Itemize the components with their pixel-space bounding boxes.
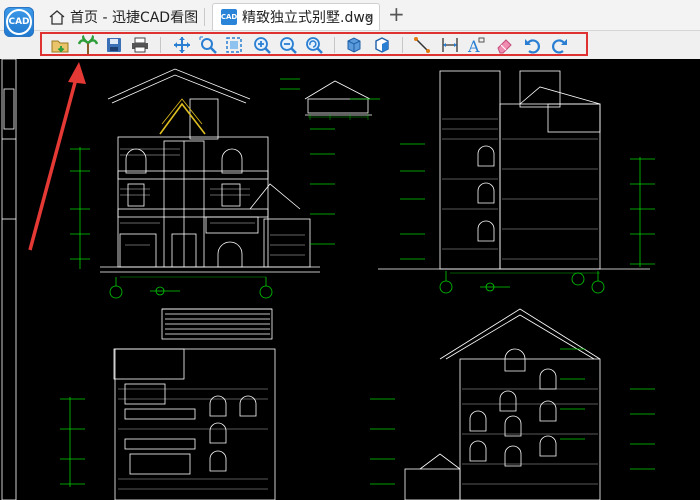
front-elevation: [100, 68, 320, 273]
zoom-window-icon[interactable]: [198, 35, 218, 55]
tab-bar: CAD 首页 - 迅捷CAD看图 CAD 精致独立式别墅.dwg × +: [0, 0, 700, 37]
eraser-icon[interactable]: [494, 35, 514, 55]
palm-tree-icon[interactable]: [78, 35, 98, 55]
close-tab-icon[interactable]: ×: [364, 10, 374, 24]
tab-divider: [204, 8, 205, 26]
zoom-out-icon[interactable]: [278, 35, 298, 55]
cad-drawing: [1, 59, 655, 500]
tab-file[interactable]: CAD 精致独立式别墅.dwg ×: [212, 3, 380, 30]
tab-file-label: 精致独立式别墅.dwg: [242, 10, 374, 26]
annotations: [60, 78, 655, 487]
tab-home[interactable]: 首页 - 迅捷CAD看图: [48, 3, 198, 30]
save-icon[interactable]: [104, 35, 124, 55]
toolbar-separator: [334, 37, 335, 53]
side-elevation: [378, 70, 650, 270]
rear-elevation: [113, 308, 276, 500]
text-icon[interactable]: A: [466, 35, 486, 55]
home-icon: [49, 9, 65, 25]
open-file-icon[interactable]: [50, 35, 70, 55]
new-tab-button[interactable]: +: [388, 4, 405, 24]
print-icon[interactable]: [130, 35, 150, 55]
drawing-canvas[interactable]: [0, 59, 700, 500]
3d-orbit-icon[interactable]: [372, 35, 392, 55]
toolbar-separator: [402, 37, 403, 53]
zoom-extents-icon[interactable]: [224, 35, 244, 55]
redo-icon[interactable]: [550, 35, 570, 55]
pan-icon[interactable]: [172, 35, 192, 55]
toolbar: A: [0, 31, 700, 59]
undo-icon[interactable]: [522, 35, 542, 55]
zoom-previous-icon[interactable]: [304, 35, 324, 55]
measure-distance-icon[interactable]: [412, 35, 432, 55]
svg-text:A: A: [467, 37, 480, 54]
dwg-file-icon: CAD: [221, 9, 237, 25]
app-logo: CAD: [4, 7, 34, 37]
tab-home-label: 首页 - 迅捷CAD看图: [70, 9, 199, 26]
3d-view-icon[interactable]: [344, 35, 364, 55]
toolbar-separator: [160, 37, 161, 53]
zoom-in-icon[interactable]: [252, 35, 272, 55]
left-elevation: [404, 308, 601, 500]
measure-dimension-icon[interactable]: [440, 35, 460, 55]
